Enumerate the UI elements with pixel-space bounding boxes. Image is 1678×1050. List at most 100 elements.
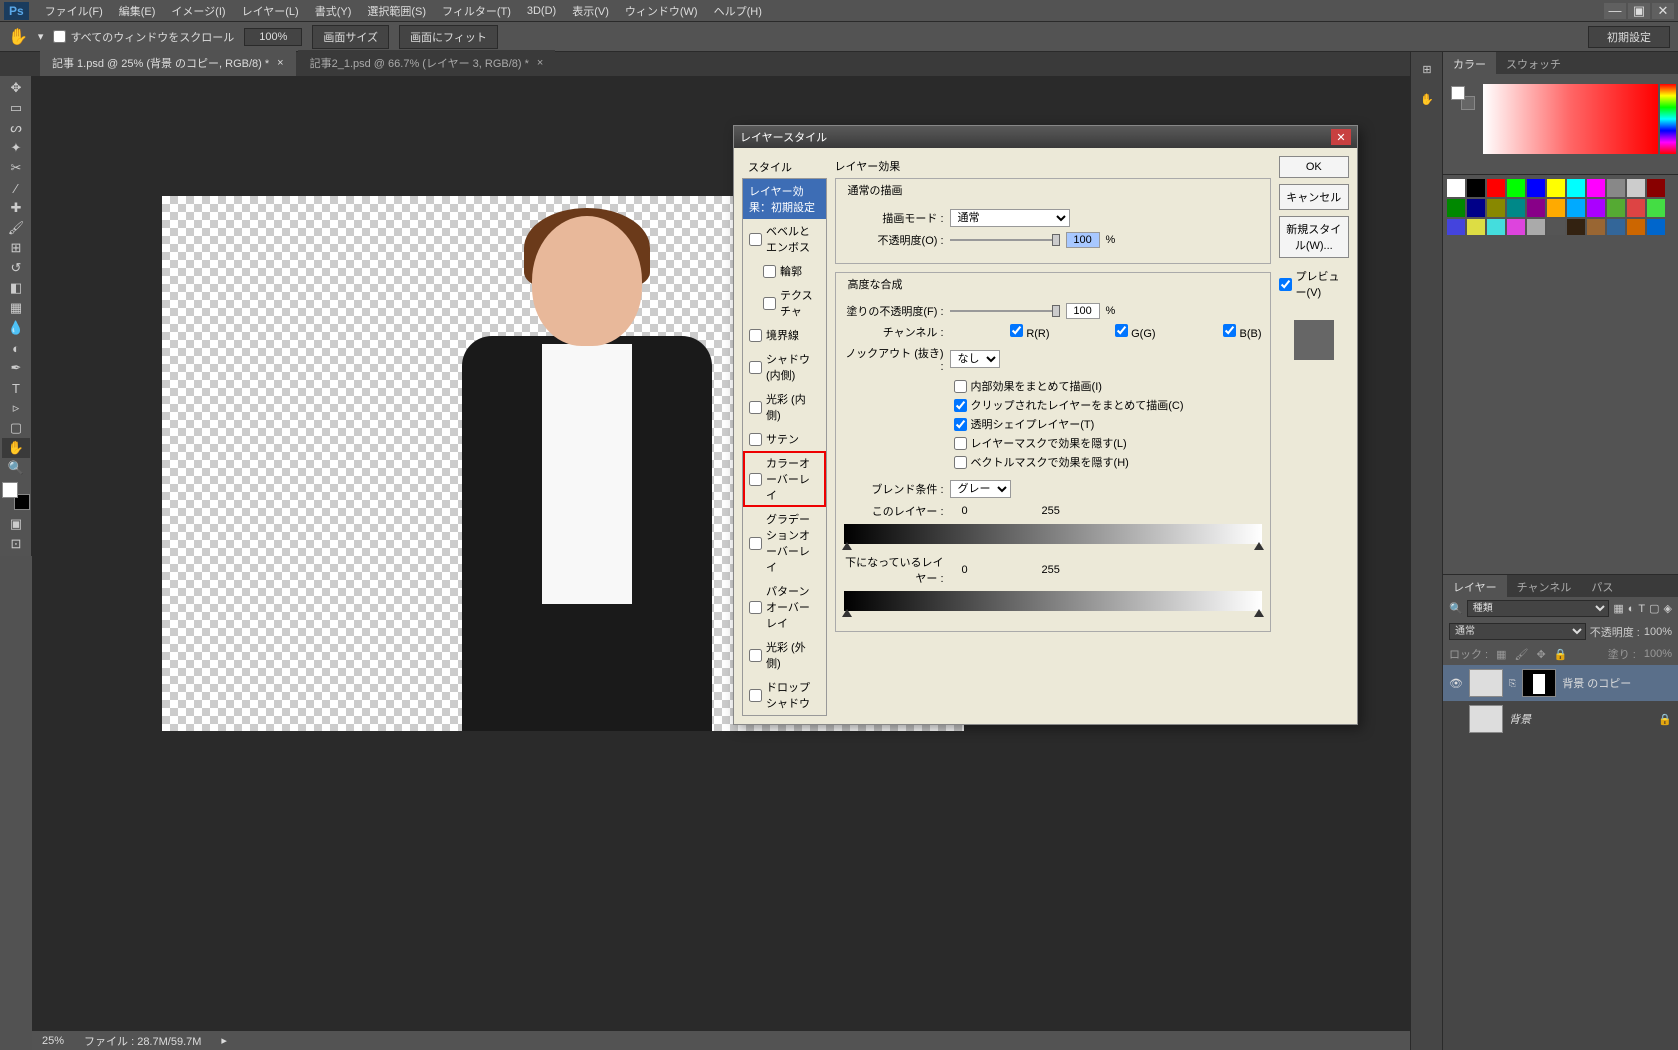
transparency-shapes-checkbox[interactable]: 透明シェイプレイヤー(T) bbox=[954, 416, 1262, 432]
swatch-cell[interactable] bbox=[1567, 199, 1585, 217]
dock-icon-2[interactable]: ✋ bbox=[1413, 86, 1441, 112]
opacity-input[interactable] bbox=[1066, 232, 1100, 248]
swatch-cell[interactable] bbox=[1467, 219, 1485, 235]
layers-panel-tab[interactable]: レイヤー bbox=[1443, 575, 1507, 597]
opacity-value[interactable]: 100% bbox=[1644, 626, 1672, 638]
menu-select[interactable]: 選択範囲(S) bbox=[359, 0, 434, 22]
status-file-info[interactable]: ファイル : 28.7M/59.7M bbox=[84, 1033, 201, 1049]
status-arrow-icon[interactable]: ▸ bbox=[221, 1034, 227, 1047]
swatch-cell[interactable] bbox=[1447, 179, 1465, 197]
knockout-select[interactable]: なし bbox=[950, 350, 1000, 368]
under-layer-slider[interactable] bbox=[844, 591, 1262, 611]
stamp-tool[interactable]: ⊞ bbox=[2, 238, 30, 258]
menu-type[interactable]: 書式(Y) bbox=[307, 0, 360, 22]
link-icon[interactable]: ⎘ bbox=[1509, 678, 1516, 689]
swatch-cell[interactable] bbox=[1527, 179, 1545, 197]
blend-clipped-checkbox[interactable]: クリップされたレイヤーをまとめて描画(C) bbox=[954, 397, 1262, 413]
status-zoom[interactable]: 25% bbox=[42, 1035, 64, 1047]
filter-smart-icon[interactable]: ◈ bbox=[1664, 602, 1672, 615]
menu-edit[interactable]: 編集(E) bbox=[111, 0, 164, 22]
type-tool[interactable]: T bbox=[2, 378, 30, 398]
color-mini-swatch[interactable] bbox=[1451, 86, 1475, 110]
filter-type-icon[interactable]: T bbox=[1638, 603, 1645, 615]
workspace-preset[interactable]: 初期設定 bbox=[1588, 26, 1670, 48]
lock-position-icon[interactable]: ✥ bbox=[1537, 648, 1546, 661]
menu-3d[interactable]: 3D(D) bbox=[519, 2, 564, 20]
fill-value[interactable]: 100% bbox=[1644, 648, 1672, 660]
swatch-cell[interactable] bbox=[1587, 199, 1605, 217]
style-item[interactable]: レイヤー効果：初期設定 bbox=[743, 179, 826, 219]
move-tool[interactable]: ✥ bbox=[2, 78, 30, 98]
lasso-tool[interactable]: ᔕ bbox=[2, 118, 30, 138]
swatch-cell[interactable] bbox=[1647, 199, 1665, 217]
channel-r-checkbox[interactable]: R(R) bbox=[950, 324, 1050, 340]
layer-thumbnail[interactable] bbox=[1469, 669, 1503, 697]
lock-pixels-icon[interactable]: 🖌 bbox=[1515, 648, 1529, 661]
channels-panel-tab[interactable]: チャンネル bbox=[1507, 575, 1582, 597]
foreground-color[interactable] bbox=[2, 482, 18, 498]
eyedropper-tool[interactable]: ⁄ bbox=[2, 178, 30, 198]
filter-pixel-icon[interactable]: ▦ bbox=[1613, 602, 1623, 615]
swatch-cell[interactable] bbox=[1627, 179, 1645, 197]
history-brush-tool[interactable]: ↺ bbox=[2, 258, 30, 278]
path-select-tool[interactable]: ▹ bbox=[2, 398, 30, 418]
zoom-tool[interactable]: 🔍 bbox=[2, 458, 30, 478]
menu-window[interactable]: ウィンドウ(W) bbox=[617, 0, 706, 22]
actual-pixels-button[interactable]: 画面サイズ bbox=[312, 25, 389, 49]
swatch-cell[interactable] bbox=[1527, 199, 1545, 217]
document-tab-2[interactable]: 記事2_1.psd @ 66.7% (レイヤー 3, RGB/8) *× bbox=[298, 50, 556, 76]
hue-slider[interactable] bbox=[1660, 84, 1676, 154]
menu-view[interactable]: 表示(V) bbox=[564, 0, 617, 22]
swatch-cell[interactable] bbox=[1607, 219, 1625, 235]
swatch-cell[interactable] bbox=[1647, 179, 1665, 197]
blur-tool[interactable]: 💧 bbox=[2, 318, 30, 338]
fit-screen-button[interactable]: 画面にフィット bbox=[399, 25, 498, 49]
style-item[interactable]: カラーオーバーレイ bbox=[743, 451, 826, 507]
layer-mask-hides-checkbox[interactable]: レイヤーマスクで効果を隠す(L) bbox=[954, 435, 1262, 451]
swatch-cell[interactable] bbox=[1567, 219, 1585, 235]
eraser-tool[interactable]: ◧ bbox=[2, 278, 30, 298]
swatches-panel-tab[interactable]: スウォッチ bbox=[1496, 52, 1571, 74]
swatch-cell[interactable] bbox=[1587, 179, 1605, 197]
crop-tool[interactable]: ✂ bbox=[2, 158, 30, 178]
style-item[interactable]: ドロップシャドウ bbox=[743, 675, 826, 715]
fill-opacity-input[interactable] bbox=[1066, 303, 1100, 319]
blend-interior-checkbox[interactable]: 内部効果をまとめて描画(I) bbox=[954, 378, 1262, 394]
menu-filter[interactable]: フィルター(T) bbox=[434, 0, 519, 22]
opacity-slider[interactable] bbox=[950, 233, 1060, 247]
pen-tool[interactable]: ✒ bbox=[2, 358, 30, 378]
style-item[interactable]: サテン bbox=[743, 427, 826, 451]
swatch-cell[interactable] bbox=[1487, 219, 1505, 235]
swatch-cell[interactable] bbox=[1527, 219, 1545, 235]
style-item[interactable]: パターンオーバーレイ bbox=[743, 579, 826, 635]
swatch-cell[interactable] bbox=[1627, 219, 1645, 235]
swatch-cell[interactable] bbox=[1507, 179, 1525, 197]
fill-opacity-slider[interactable] bbox=[950, 304, 1060, 318]
style-item[interactable]: 光彩 (内側) bbox=[743, 387, 826, 427]
style-item[interactable]: 輪郭 bbox=[743, 259, 826, 283]
filter-adjust-icon[interactable]: ◐ bbox=[1628, 603, 1635, 615]
magic-wand-tool[interactable]: ✦ bbox=[2, 138, 30, 158]
lock-all-icon[interactable]: 🔒 bbox=[1554, 648, 1568, 661]
scroll-all-checkbox[interactable]: すべてのウィンドウをスクロール bbox=[53, 29, 234, 45]
menu-file[interactable]: ファイル(F) bbox=[37, 0, 111, 22]
layer-thumbnail[interactable] bbox=[1469, 705, 1503, 733]
swatch-cell[interactable] bbox=[1507, 199, 1525, 217]
dropdown-icon[interactable]: ▾ bbox=[38, 30, 44, 43]
layer-kind-select[interactable]: 種類 bbox=[1467, 600, 1610, 617]
swatch-cell[interactable] bbox=[1607, 199, 1625, 217]
dock-icon-1[interactable]: ⊞ bbox=[1413, 56, 1441, 82]
document-tab-1[interactable]: 記事 1.psd @ 25% (背景 のコピー, RGB/8) *× bbox=[40, 50, 296, 76]
marquee-tool[interactable]: ▭ bbox=[2, 98, 30, 118]
dialog-close-button[interactable]: ✕ bbox=[1331, 129, 1351, 145]
preview-checkbox[interactable]: プレビュー(V) bbox=[1279, 268, 1349, 300]
swatch-cell[interactable] bbox=[1447, 219, 1465, 235]
lock-transparency-icon[interactable]: ▦ bbox=[1496, 648, 1506, 661]
color-swatches[interactable] bbox=[2, 482, 30, 510]
swatch-cell[interactable] bbox=[1487, 199, 1505, 217]
swatch-cell[interactable] bbox=[1467, 179, 1485, 197]
layer-row[interactable]: 👁 ⎘ 背景 のコピー bbox=[1443, 665, 1678, 701]
tab-close-icon[interactable]: × bbox=[277, 57, 283, 69]
close-button[interactable]: ✕ bbox=[1652, 3, 1674, 19]
menu-layer[interactable]: レイヤー(L) bbox=[234, 0, 307, 22]
